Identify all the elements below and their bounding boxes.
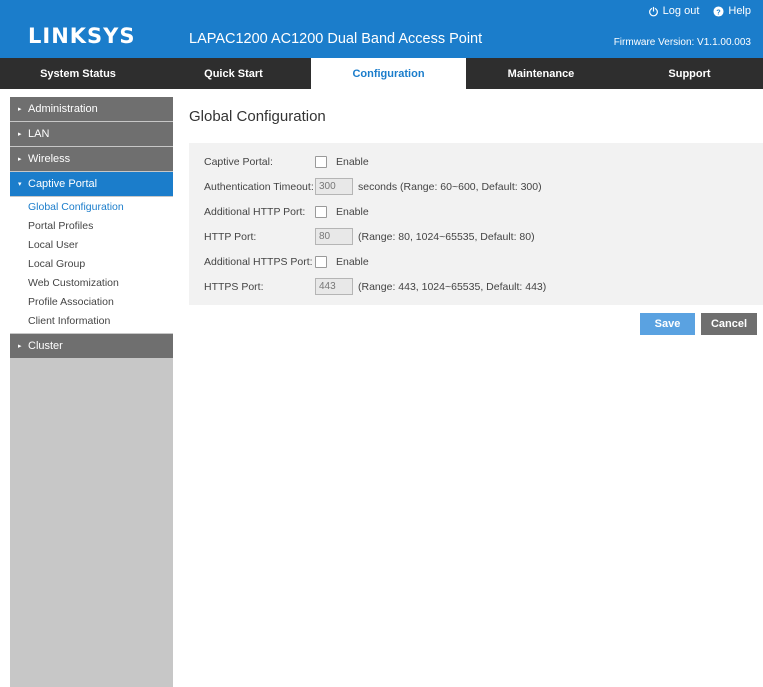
caret-right-icon: ▸ <box>18 156 22 163</box>
https-port-hint: (Range: 443, 1024~65535, Default: 443) <box>358 280 547 293</box>
captive-portal-enable-label: Enable <box>336 155 369 168</box>
sidebar-subitem-client-information[interactable]: Client Information <box>10 312 173 331</box>
top-links: Log out ? Help <box>648 5 751 17</box>
add-https-enable-checkbox[interactable] <box>315 255 327 268</box>
auth-timeout-hint: seconds (Range: 60~600, Default: 300) <box>358 180 542 193</box>
http-port-hint: (Range: 80, 1024~65535, Default: 80) <box>358 230 535 243</box>
sidebar-item-cluster[interactable]: ▸ Cluster <box>10 334 173 358</box>
linksys-logo: LINKSYS <box>28 24 136 48</box>
captive-portal-submenu: Global Configuration Portal Profiles Loc… <box>10 197 173 333</box>
http-port-input[interactable] <box>315 228 353 245</box>
sidebar-subitem-web-customization[interactable]: Web Customization <box>10 274 173 293</box>
tab-quick-start[interactable]: Quick Start <box>156 58 311 89</box>
auth-timeout-input[interactable] <box>315 178 353 195</box>
cancel-button[interactable]: Cancel <box>701 313 757 335</box>
firmware-version: Firmware Version: V1.1.00.003 <box>613 37 751 48</box>
power-icon <box>648 6 658 16</box>
sidebar-subitem-profile-association[interactable]: Profile Association <box>10 293 173 312</box>
https-port-row: HTTPS Port: (Range: 443, 1024~65535, Def… <box>189 274 763 299</box>
product-title: LAPAC1200 AC1200 Dual Band Access Point <box>189 31 483 47</box>
add-https-enable-label: Enable <box>336 255 369 268</box>
tab-system-status[interactable]: System Status <box>0 58 156 89</box>
sidebar-item-wireless[interactable]: ▸ Wireless <box>10 147 173 171</box>
sidebar-subitem-local-user[interactable]: Local User <box>10 236 173 255</box>
sidebar-item-label: Wireless <box>28 153 71 165</box>
add-http-enable-checkbox[interactable] <box>315 205 327 218</box>
captive-portal-label: Captive Portal: <box>204 155 273 168</box>
caret-right-icon: ▸ <box>18 131 22 138</box>
svg-text:?: ? <box>717 7 722 16</box>
sidebar-item-label: Administration <box>28 103 98 115</box>
sidebar-item-label: Cluster <box>28 340 63 352</box>
add-http-enable-label: Enable <box>336 205 369 218</box>
sidebar-item-label: LAN <box>28 128 50 140</box>
add-https-row: Additional HTTPS Port: Enable <box>189 249 763 274</box>
add-http-row: Additional HTTP Port: Enable <box>189 199 763 224</box>
tab-support[interactable]: Support <box>616 58 763 89</box>
tab-maintenance[interactable]: Maintenance <box>466 58 616 89</box>
sidebar-item-label: Captive Portal <box>28 178 98 190</box>
tab-configuration[interactable]: Configuration <box>311 58 466 89</box>
sidebar-item-administration[interactable]: ▸ Administration <box>10 97 173 121</box>
caret-right-icon: ▸ <box>18 106 22 113</box>
http-port-row: HTTP Port: (Range: 80, 1024~65535, Defau… <box>189 224 763 249</box>
sidebar-item-captive-portal[interactable]: ▾ Captive Portal <box>10 172 173 196</box>
save-button[interactable]: Save <box>640 313 695 335</box>
auth-timeout-row: Authentication Timeout: seconds (Range: … <box>189 174 763 199</box>
http-port-label: HTTP Port: <box>204 230 257 243</box>
sidebar-subitem-global-configuration[interactable]: Global Configuration <box>10 198 173 217</box>
add-http-label: Additional HTTP Port: <box>204 205 306 218</box>
captive-portal-enable-checkbox[interactable] <box>315 155 327 168</box>
help-icon: ? <box>713 5 724 17</box>
logout-label: Log out <box>662 5 700 17</box>
help-label: Help <box>728 5 751 17</box>
https-port-input[interactable] <box>315 278 353 295</box>
header: LINKSYS LAPAC1200 AC1200 Dual Band Acces… <box>0 0 763 58</box>
page-title: Global Configuration <box>189 108 326 125</box>
global-config-form: Captive Portal: Enable Authentication Ti… <box>189 143 763 305</box>
logout-link[interactable]: Log out <box>648 5 700 17</box>
main-nav: System Status Quick Start Configuration … <box>0 58 763 89</box>
captive-portal-row: Captive Portal: Enable <box>189 149 763 174</box>
sidebar: ▸ Administration ▸ LAN ▸ Wireless ▾ Capt… <box>10 97 173 687</box>
action-buttons: Save Cancel <box>640 313 757 335</box>
https-port-label: HTTPS Port: <box>204 280 264 293</box>
caret-right-icon: ▸ <box>18 343 22 350</box>
sidebar-subitem-portal-profiles[interactable]: Portal Profiles <box>10 217 173 236</box>
sidebar-item-lan[interactable]: ▸ LAN <box>10 122 173 146</box>
sidebar-subitem-local-group[interactable]: Local Group <box>10 255 173 274</box>
auth-timeout-label: Authentication Timeout: <box>204 180 314 193</box>
help-link[interactable]: ? Help <box>713 5 751 17</box>
caret-down-icon: ▾ <box>18 181 22 188</box>
add-https-label: Additional HTTPS Port: <box>204 255 313 268</box>
